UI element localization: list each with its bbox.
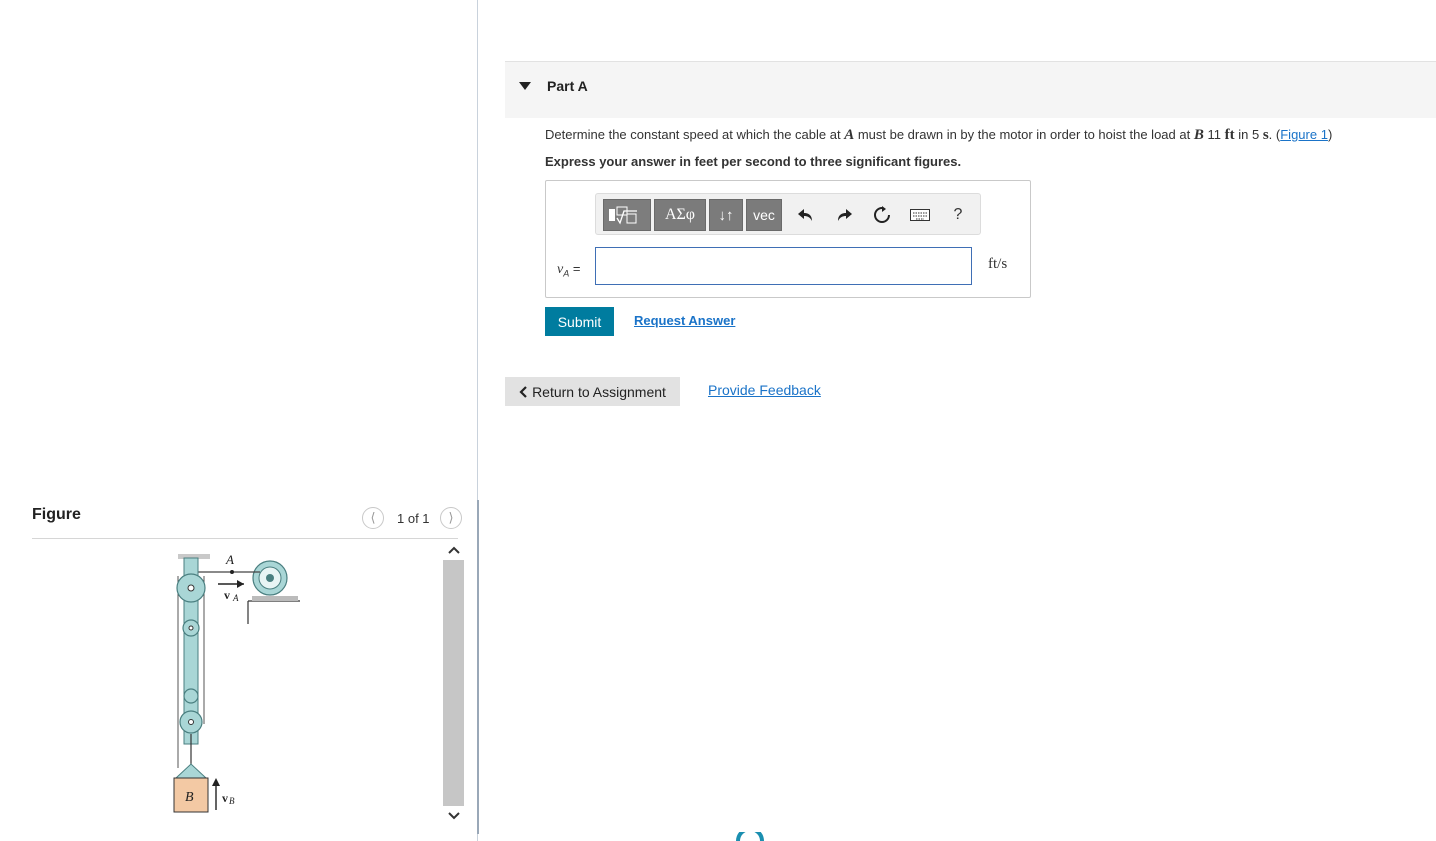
subscript-superscript-button[interactable]: ↓↑ (709, 199, 743, 231)
chevron-left-icon (519, 385, 527, 398)
pane-resize-handle[interactable] (477, 500, 479, 834)
figure-title: Figure (32, 506, 81, 523)
part-header[interactable]: Part A (505, 61, 1436, 118)
templates-button[interactable] (603, 199, 651, 231)
reset-button[interactable] (872, 205, 892, 225)
redo-button[interactable] (834, 205, 854, 225)
question-distance-value: 11 (1207, 127, 1221, 142)
pager-label: 1 of 1 (397, 511, 430, 526)
undo-button[interactable] (796, 205, 816, 225)
pager-prev-button[interactable]: ⟨ (362, 507, 384, 529)
question-point-a: A (844, 127, 855, 143)
velocity-b-label: v (222, 791, 228, 805)
math-toolbar: ΑΣφ ↓↑ vec ? (595, 193, 981, 235)
point-a-marker (230, 570, 234, 574)
load-sling (174, 763, 208, 779)
help-button[interactable]: ? (948, 205, 968, 225)
units-label: ft/s (988, 256, 1008, 272)
chevron-left-icon: ⟨ (370, 510, 376, 525)
middle-pulley-axle (188, 625, 194, 631)
question-time-unit: s (1262, 127, 1269, 143)
chevron-up-icon (447, 546, 460, 554)
templates-icon (609, 206, 637, 225)
top-pulley-axle (187, 584, 195, 592)
question-point-b: B (1193, 127, 1204, 143)
scroll-down-button[interactable] (443, 806, 464, 826)
caret-down-icon[interactable] (519, 82, 531, 90)
question-distance-unit: ft (1224, 127, 1235, 143)
velocity-b-arrowhead (212, 778, 220, 786)
keyboard-button[interactable] (910, 205, 930, 225)
undo-icon (798, 209, 812, 221)
answer-input[interactable] (595, 247, 972, 285)
figure-divider (32, 538, 458, 539)
motor-base (252, 596, 298, 601)
provide-feedback-link[interactable]: Provide Feedback (708, 382, 821, 398)
redo-icon (838, 209, 852, 221)
part-title: Part A (547, 78, 588, 94)
chevron-right-icon: ⟩ (448, 510, 454, 525)
velocity-a-subscript: A (232, 593, 239, 603)
figure-panel: Figure ⟨ 1 of 1 ⟩ A v A B v B (0, 0, 478, 841)
motor-platform (247, 600, 300, 624)
instruction-text: Express your answer in feet per second t… (545, 154, 962, 169)
pager-next-button[interactable]: ⟩ (440, 507, 462, 529)
block-b-label: B (185, 790, 194, 805)
keyboard-icon (910, 209, 930, 221)
motor-hub (266, 574, 274, 582)
return-to-assignment-button[interactable]: Return to Assignment (505, 377, 680, 406)
help-widget-icon[interactable] (736, 832, 764, 841)
vector-button[interactable]: vec (746, 199, 782, 231)
figure-link[interactable]: Figure 1 (1280, 127, 1328, 142)
question-time-value: 5 (1251, 127, 1260, 142)
scroll-thumb[interactable] (443, 560, 464, 806)
reset-icon (874, 206, 890, 223)
request-answer-link[interactable]: Request Answer (634, 313, 735, 328)
velocity-b-subscript: B (229, 796, 235, 806)
scroll-up-button[interactable] (443, 540, 464, 560)
answer-variable-label: vA = (557, 261, 581, 279)
figure-scrollbar[interactable] (443, 540, 464, 826)
lower-pulley-axle (188, 719, 194, 725)
velocity-a-arrowhead (237, 580, 244, 588)
answer-box: ΑΣφ ↓↑ vec ? vA = ft/s (545, 180, 1031, 298)
pulley-diagram: A v A B v B (173, 552, 300, 813)
submit-button[interactable]: Submit (545, 307, 614, 336)
question-text: Determine the constant speed at which th… (545, 127, 1333, 143)
chevron-down-icon (447, 812, 460, 820)
point-a-label: A (225, 552, 234, 567)
greek-symbols-button[interactable]: ΑΣφ (654, 199, 706, 231)
lower-pulley-small (183, 688, 199, 704)
velocity-a-label: v (224, 588, 230, 602)
